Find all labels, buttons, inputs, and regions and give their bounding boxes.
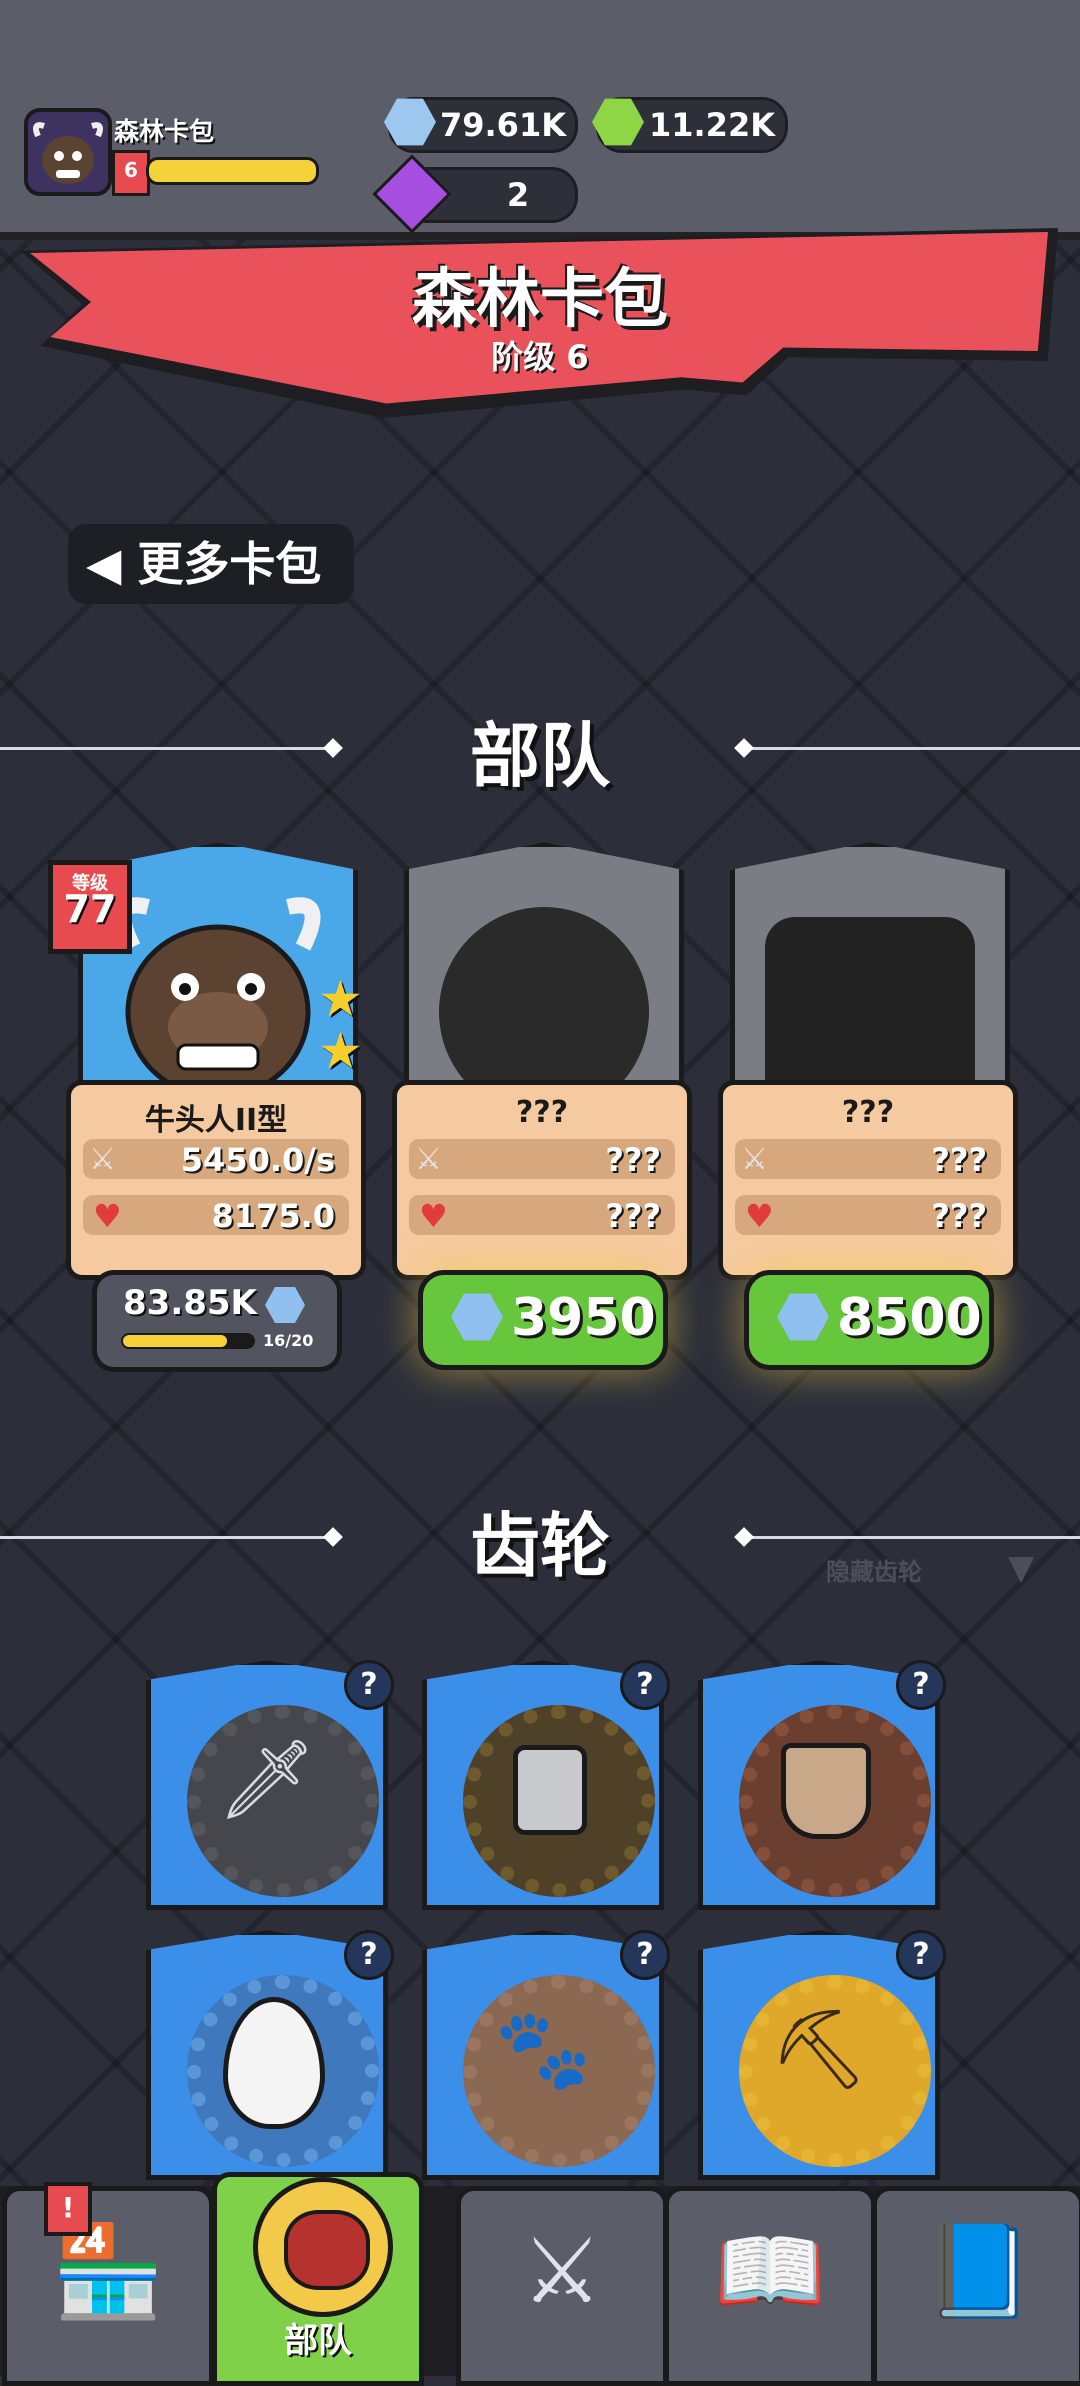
- heart-icon: ♥: [93, 1197, 122, 1235]
- troop-price: 8500: [837, 1288, 982, 1348]
- gear-info-badge[interactable]: ?: [344, 1930, 394, 1980]
- locked-troop-info: ??? ⚔ ??? ♥ ???: [718, 1080, 1018, 1280]
- crossed-swords-icon: ⚔: [89, 1142, 116, 1177]
- troop-price: 3950: [511, 1288, 656, 1348]
- upgrade-progress-panel[interactable]: 83.85K 16/20: [92, 1270, 342, 1372]
- troop-name: ???: [515, 1095, 569, 1130]
- upgrade-cost: 83.85K: [123, 1283, 257, 1323]
- attack-value: ???: [931, 1141, 987, 1179]
- barrel-icon: [513, 1745, 587, 1835]
- shop-alert-badge: !: [44, 2182, 92, 2236]
- nav-tab-troops[interactable]: 部队: [212, 2172, 424, 2386]
- attack-value: ???: [605, 1141, 661, 1179]
- star-icon: ★: [318, 970, 363, 1028]
- attack-row: ⚔ ???: [735, 1139, 1001, 1179]
- troop-info-card: 牛头人II型 ⚔ 5450.0/s ♥ 8175.0: [66, 1080, 366, 1280]
- health-row: ♥ ???: [735, 1195, 1001, 1235]
- skull-badge-icon: [284, 2210, 370, 2290]
- card-progress-text: 16/20: [263, 1331, 314, 1350]
- gem-currency-value: 2: [506, 176, 530, 214]
- gear-currency-value: 79.61K: [439, 106, 566, 144]
- kunai-icon: 🗡: [217, 1735, 317, 1825]
- gear-currency-icon: [451, 1293, 503, 1341]
- green-currency-value: 11.22K: [648, 106, 775, 144]
- heart-icon: ♥: [745, 1197, 774, 1235]
- card-progress-fill: [123, 1335, 227, 1347]
- health-value: ???: [605, 1197, 661, 1235]
- gear-info-badge[interactable]: ?: [896, 1930, 946, 1980]
- more-packs-label: 更多卡包: [137, 537, 322, 591]
- gear-currency-icon: [265, 1287, 305, 1323]
- buy-troop-button[interactable]: 8500: [744, 1270, 994, 1370]
- nav-tab-book[interactable]: 📖: [664, 2186, 876, 2386]
- gear-info-badge[interactable]: ?: [620, 1930, 670, 1980]
- gear-info-badge[interactable]: ?: [620, 1660, 670, 1710]
- vase-icon: [781, 1743, 871, 1839]
- crossed-swords-icon: ⚔: [741, 1142, 768, 1177]
- book-icon: 📖: [713, 2219, 827, 2324]
- troop-level-value: 77: [63, 887, 117, 931]
- troop-name: 牛头人II型: [144, 1103, 288, 1138]
- battle-icon: ⚔: [521, 2219, 603, 2324]
- attack-row: ⚔ 5450.0/s: [83, 1139, 349, 1179]
- troops-icon: [253, 2177, 393, 2317]
- nav-tab-battle[interactable]: ⚔: [456, 2186, 668, 2386]
- minotaur-avatar-icon: [28, 112, 108, 192]
- more-packs-button[interactable]: ◀ 更多卡包: [68, 524, 354, 604]
- player-name: 森林卡包: [114, 117, 215, 146]
- nav-troops-label: 部队: [284, 2321, 352, 2361]
- back-arrow-icon: ◀: [86, 537, 122, 591]
- shop-icon: 🏪: [51, 2219, 165, 2324]
- heart-icon: ♥: [419, 1197, 448, 1235]
- player-xp-bar: [146, 157, 320, 185]
- pickaxe-icon: ⛏: [769, 2005, 869, 2095]
- crossed-swords-icon: ⚔: [415, 1142, 442, 1177]
- nav-tab-gear-book[interactable]: 📘: [872, 2186, 1080, 2386]
- gear-info-badge[interactable]: ?: [344, 1660, 394, 1710]
- health-value: 8175.0: [211, 1197, 335, 1235]
- troop-cards-row: 等级 77 ★ ★ 牛头人II型 ⚔ 5450.0/s ♥ 8175.0 83.…: [0, 830, 1080, 1390]
- buy-troop-button[interactable]: 3950: [418, 1270, 668, 1370]
- minotaur-portrait-icon: [115, 897, 321, 1100]
- chevron-down-icon[interactable]: ▼: [1008, 1548, 1034, 1588]
- attack-value: 5450.0/s: [180, 1141, 335, 1179]
- attack-row: ⚔ ???: [409, 1139, 675, 1179]
- health-row: ♥ 8175.0: [83, 1195, 349, 1235]
- troops-section-title: 部队: [470, 715, 610, 797]
- pack-title: 森林卡包: [412, 263, 668, 337]
- star-icon: ★: [318, 1022, 363, 1080]
- nav-tab-shop[interactable]: 🏪: [2, 2186, 214, 2386]
- health-row: ♥ ???: [409, 1195, 675, 1235]
- gear-info-badge[interactable]: ?: [896, 1660, 946, 1710]
- player-level-badge: 6: [112, 150, 150, 196]
- locked-troop-info: ??? ⚔ ??? ♥ ???: [392, 1080, 692, 1280]
- hide-gears-toggle[interactable]: 隐藏齿轮: [826, 1552, 922, 1587]
- player-avatar[interactable]: [24, 108, 112, 196]
- gear-book-icon: 📘: [921, 2219, 1035, 2324]
- troop-level-flag: 等级 77: [48, 860, 132, 954]
- gear-currency-icon: [777, 1293, 829, 1341]
- paw-icon: 🐾: [494, 2005, 592, 2095]
- pack-tier: 阶级 6: [491, 338, 589, 376]
- troop-name: ???: [841, 1095, 895, 1130]
- health-value: ???: [931, 1197, 987, 1235]
- card-progress-track: [121, 1333, 255, 1349]
